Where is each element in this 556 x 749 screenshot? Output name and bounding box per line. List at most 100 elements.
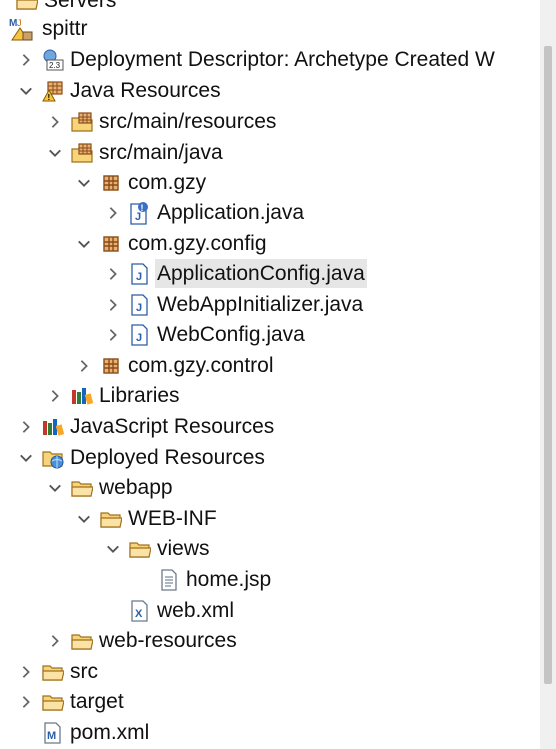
chevron-right-icon[interactable]: [45, 380, 65, 411]
tree-item-views[interactable]: views: [103, 533, 212, 564]
tree-item-label: webapp: [99, 476, 173, 499]
tree-item-webapp[interactable]: webapp: [45, 472, 175, 503]
xml-file-icon: X: [129, 599, 151, 623]
tree-item-label: Deployment Descriptor: Archetype Created…: [70, 48, 495, 71]
folder-icon: [42, 690, 64, 714]
tree-item-application-config-java[interactable]: J ApplicationConfig.java: [103, 258, 367, 289]
tree-item-label: target: [70, 690, 124, 713]
chevron-down-icon[interactable]: [74, 228, 94, 259]
tree-item-javascript-resources[interactable]: JavaScript Resources: [16, 411, 276, 442]
chevron-down-icon[interactable]: [45, 137, 65, 168]
tree-item-deployment-descriptor[interactable]: 2.3 Deployment Descriptor: Archetype Cre…: [16, 44, 497, 75]
tree-item-home-jsp[interactable]: home.jsp: [158, 564, 273, 595]
chevron-down-icon[interactable]: [45, 472, 65, 503]
tree-item-label: home.jsp: [186, 568, 272, 591]
tree-item-label: Libraries: [99, 384, 180, 407]
libraries-icon: [71, 384, 93, 408]
tree-item-web-resources[interactable]: web-resources: [45, 625, 239, 656]
folder-open-icon: [71, 476, 93, 500]
chevron-right-icon[interactable]: [16, 686, 36, 717]
java-file-letter: J: [136, 271, 142, 283]
java-file-letter: J: [136, 302, 142, 314]
tree-item-web-app-initializer-java[interactable]: J WebAppInitializer.java: [103, 289, 365, 320]
chevron-right-icon[interactable]: [103, 258, 123, 289]
tree-item-label: Application.java: [157, 201, 305, 224]
java-file-icon: J: [129, 323, 151, 347]
tree-item-label: com.gzy.config: [128, 232, 267, 255]
xml-file-letter: X: [135, 608, 143, 620]
tree-item-com-gzy-config[interactable]: com.gzy.config: [74, 228, 269, 259]
java-file-icon: J: [129, 293, 151, 317]
chevron-down-icon[interactable]: [16, 75, 36, 106]
tree-item-label: WebAppInitializer.java: [157, 293, 364, 316]
tree-item-web-config-java[interactable]: J WebConfig.java: [103, 319, 307, 350]
project-explorer-tree: Servers M J spittr 2.3 Deployment Descri…: [0, 0, 540, 749]
chevron-down-icon[interactable]: [103, 533, 123, 564]
jsp-file-icon: [158, 568, 180, 592]
tree-item-java-resources[interactable]: ! Java Resources: [16, 75, 223, 106]
svg-text:!: !: [48, 93, 51, 102]
svg-text:J: J: [17, 18, 22, 28]
tree-item-label: web.xml: [157, 599, 235, 622]
chevron-right-icon[interactable]: [16, 44, 36, 75]
folder-icon: [42, 660, 64, 684]
chevron-right-icon[interactable]: [103, 197, 123, 228]
chevron-right-icon[interactable]: [103, 319, 123, 350]
folder-icon: [71, 629, 93, 653]
tree-item-label: com.gzy: [128, 171, 207, 194]
tree-item-src-main-resources[interactable]: src/main/resources: [45, 106, 278, 137]
tree-item-libraries[interactable]: Libraries: [45, 380, 182, 411]
chevron-right-icon[interactable]: [74, 350, 94, 381]
deployment-descriptor-icon: 2.3: [42, 48, 64, 72]
tree-item-spittr[interactable]: M J spittr: [8, 13, 90, 44]
source-folder-icon: [71, 141, 93, 165]
java-file-letter: J: [136, 332, 142, 344]
maven-pom-icon: M: [42, 721, 64, 745]
tree-item-label: Java Resources: [70, 79, 221, 102]
chevron-right-icon[interactable]: [16, 656, 36, 687]
tree-item-label: WebConfig.java: [157, 323, 305, 346]
tree-item-deployed-resources[interactable]: Deployed Resources: [16, 442, 267, 473]
tree-item-label: pom.xml: [70, 721, 150, 744]
chevron-right-icon[interactable]: [45, 106, 65, 137]
chevron-right-icon[interactable]: [45, 625, 65, 656]
folder-open-icon: [129, 537, 151, 561]
maven-pom-letter: M: [47, 730, 56, 742]
descriptor-badge: 2.3: [49, 61, 61, 70]
tree-item-target[interactable]: target: [16, 686, 126, 717]
tree-item-label: src: [70, 660, 98, 683]
chevron-right-icon[interactable]: [16, 411, 36, 442]
java-main-class-icon: ! J: [129, 201, 151, 225]
tree-item-label: Deployed Resources: [70, 446, 265, 469]
package-icon: [100, 232, 122, 256]
tree-item-web-xml[interactable]: X web.xml: [129, 595, 236, 626]
chevron-down-icon[interactable]: [74, 167, 94, 198]
tree-item-src-main-java[interactable]: src/main/java: [45, 137, 225, 168]
tree-item-application-java[interactable]: ! J Application.java: [103, 197, 306, 228]
folder-open-icon: [100, 507, 122, 531]
package-icon: [100, 171, 122, 195]
java-file-letter: J: [135, 211, 141, 223]
tree-item-label: JavaScript Resources: [70, 415, 275, 438]
tree-item-com-gzy-control[interactable]: com.gzy.control: [74, 350, 276, 381]
chevron-down-icon[interactable]: [16, 442, 36, 473]
tree-item-label: src/main/java: [99, 141, 223, 164]
java-file-icon: J: [129, 262, 151, 286]
tree-item-web-inf[interactable]: WEB-INF: [74, 503, 219, 534]
java-resources-icon: !: [42, 79, 64, 103]
chevron-right-icon[interactable]: [103, 289, 123, 320]
deployed-resources-icon: [42, 446, 64, 470]
tree-item-label: com.gzy.control: [128, 354, 274, 377]
maven-project-icon: M J: [8, 17, 36, 41]
package-icon: [100, 354, 122, 378]
javascript-resources-icon: [42, 415, 64, 439]
tree-item-com-gzy[interactable]: com.gzy: [74, 167, 208, 198]
tree-item-label: web-resources: [99, 629, 237, 652]
folder-icon: [16, 0, 38, 13]
source-folder-icon: [71, 110, 93, 134]
chevron-down-icon[interactable]: [74, 503, 94, 534]
tree-item-label: spittr: [42, 17, 88, 40]
tree-item-pom-xml[interactable]: M pom.xml: [42, 717, 151, 748]
tree-item-src[interactable]: src: [16, 656, 100, 687]
scrollbar-thumb[interactable]: [544, 46, 552, 684]
